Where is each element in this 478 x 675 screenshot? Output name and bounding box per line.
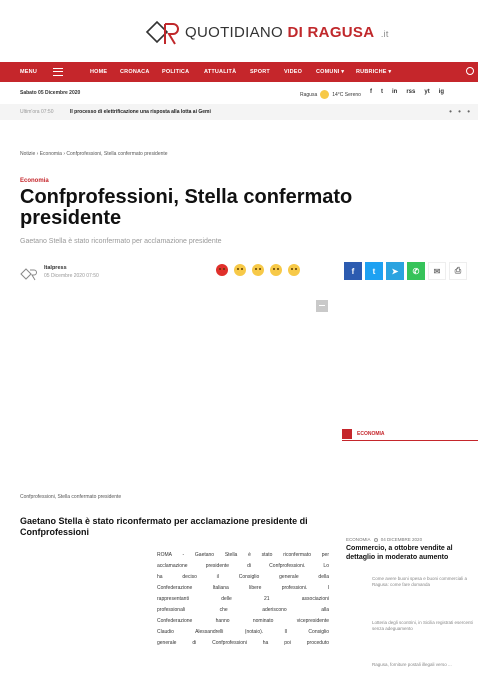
logo-mark-icon [145,20,179,45]
image-caption: Confprofessioni, Stella confermato presi… [20,494,122,500]
share-twitter-button[interactable]: t [365,262,383,280]
section-marker-icon [342,429,352,439]
header: QUOTIDIANO DI RAGUSA .it [0,0,478,62]
sidebar-meta: ECONOMIA 04 DICEMBRE 2020 [346,537,422,542]
share-buttons: f t ➤ ✆ ✉ ⎙ [344,262,467,280]
ad-collapse-button[interactable] [316,300,328,312]
sidebar-link[interactable]: Ragusa, forniture postali illegali verso… [372,662,476,668]
logo-text-suffix: .it [380,28,389,39]
nav-menu-label[interactable]: MENU [20,69,37,75]
body-line: ROMA - Gaetano Stella è stato riconferma… [157,552,329,558]
site-logo[interactable]: QUOTIDIANO DI RAGUSA .it [145,18,389,46]
nav-item-comuni[interactable]: COMUNI ▾ [316,69,344,75]
author-name[interactable]: Italpress [44,265,99,271]
ticker-headline[interactable]: Il processo di elettrificazione una risp… [70,109,211,115]
print-button[interactable]: ⎙ [449,262,467,280]
clock-icon [373,537,378,542]
nav-item-attualita[interactable]: ATTUALITÀ [204,69,236,75]
weather-value: 14°C Sereno [332,91,361,98]
share-telegram-button[interactable]: ➤ [386,262,404,280]
weather-widget: Ragusa 14°C Sereno [300,90,361,99]
article-body: ROMA - Gaetano Stella è stato riconferma… [157,550,329,649]
body-line: Claudio Alessandrelli (notaio). Il Consi… [157,629,329,635]
sidebar-link[interactable]: Lotteria degli scontrini, in Sicilia reg… [372,620,476,632]
share-whatsapp-button[interactable]: ✆ [407,262,425,280]
page-title: Confprofessioni, Stella confermato presi… [20,186,353,229]
linkedin-icon[interactable]: in [392,89,397,95]
author-logo-icon [20,268,37,281]
article-heading: Gaetano Stella è stato riconfermato per … [20,516,308,537]
search-icon[interactable] [466,67,474,75]
rss-icon[interactable]: rss [406,89,415,95]
main-nav: MENU HOME CRONACA POLITICA ATTUALITÀ SPO… [0,62,478,82]
logo-text-accent: DI RAGUSA [287,23,375,41]
logo-text-main: QUOTIDIANO [185,23,284,41]
sidebar-meta-category[interactable]: ECONOMIA [346,537,370,542]
breadcrumb[interactable]: Notizie › Economia › Confprofessioni, St… [20,151,168,157]
twitter-icon[interactable]: t [381,89,383,95]
sidebar-section-label[interactable]: ECONOMIA [357,431,385,437]
neutral-reaction-icon[interactable] [252,264,264,276]
happy-reaction-icon[interactable] [270,264,282,276]
publish-date: 05 Dicembre 2020 07:50 [44,273,99,279]
info-bar: Sabato 05 Dicembre 2020 Ragusa 14°C Sere… [0,86,478,100]
body-line: ha deciso il Consiglio generale della [157,574,329,580]
youtube-icon[interactable]: yt [424,89,429,95]
weather-city: Ragusa [300,91,318,98]
sidebar-meta-date: 04 DICEMBRE 2020 [380,537,423,542]
nav-item-cronaca[interactable]: CRONACA [120,69,150,75]
share-facebook-button[interactable]: f [344,262,362,280]
article-category[interactable]: Economia [20,178,49,184]
nav-item-sport[interactable]: SPORT [250,69,270,75]
social-links: f t in rss yt ig [370,89,444,95]
logo-text: QUOTIDIANO DI RAGUSA .it [185,24,389,41]
sidebar-feature-title[interactable]: Commercio, a ottobre vendite al dettagli… [346,545,474,562]
share-email-button[interactable]: ✉ [428,262,446,280]
nav-item-home[interactable]: HOME [90,69,107,75]
reactions [216,264,300,276]
body-line: professionali che aderiscono alla [157,607,329,613]
nav-item-video[interactable]: VIDEO [284,69,302,75]
laugh-reaction-icon[interactable] [288,264,300,276]
article-subtitle: Gaetano Stella è stato riconfermato per … [20,238,222,245]
instagram-icon[interactable]: ig [439,89,444,95]
sun-icon [320,90,330,99]
sidebar-link[interactable]: Come avere buoni spesa e buoni commercia… [372,576,476,588]
body-line: Confederazione Italiana libere professio… [157,585,329,591]
ticker-nav-icon[interactable]: • • • [449,107,472,116]
body-line: Confederazione hanno nominato vicepresid… [157,618,329,624]
nav-item-rubriche[interactable]: RUBRICHE ▾ [356,69,391,75]
body-line: acclamazione presidente di Confprofessio… [157,563,329,569]
current-date: Sabato 05 Dicembre 2020 [20,90,81,96]
facebook-icon[interactable]: f [370,89,372,95]
sidebar-section-heading: ECONOMIA [342,427,478,441]
body-line: rappresentanti delle 21 associazioni [157,596,329,602]
sad-reaction-icon[interactable] [234,264,246,276]
body-line: generale di Confprofessioni ha poi proce… [157,640,329,646]
nav-item-politica[interactable]: POLITICA [162,69,189,75]
angry-reaction-icon[interactable] [216,264,228,276]
hamburger-icon[interactable] [53,68,63,76]
breaking-ticker: Ultim'ora 07:50 Il processo di elettrifi… [0,104,478,120]
ticker-time: Ultim'ora 07:50 [20,109,54,115]
author-block: Italpress 05 Dicembre 2020 07:50 [20,265,99,281]
